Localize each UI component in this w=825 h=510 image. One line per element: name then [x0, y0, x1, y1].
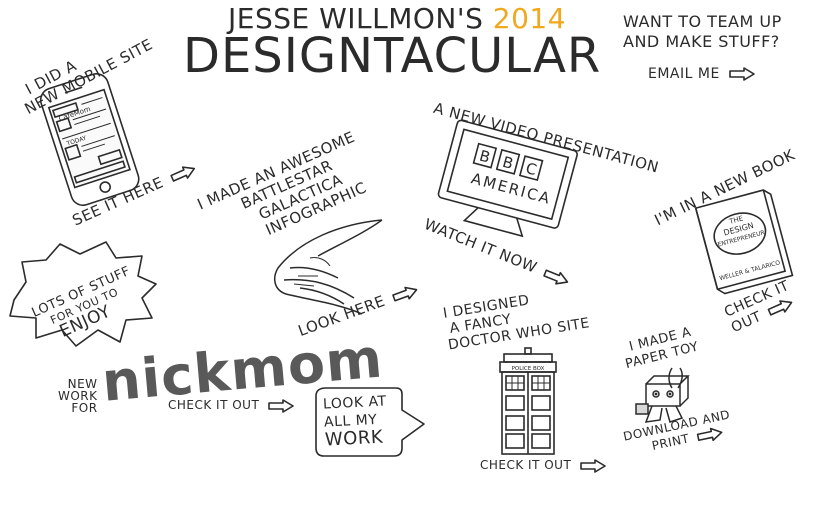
arrow-right-icon [267, 398, 294, 413]
stuff-burst[interactable]: LOTS OF STUFF FOR YOU TO ENJOY [6, 238, 160, 350]
contact-cta: WANT TO TEAM UP AND MAKE STUFF? EMAIL ME [623, 12, 782, 84]
nickmom-check-it-out-label: CHECK IT OUT [168, 398, 260, 412]
police-box-sign: POLICE BOX [512, 366, 545, 372]
work-line1: LOOK AT [322, 393, 387, 413]
doctor-check-it-out-label: CHECK IT OUT [480, 458, 572, 472]
work-line3: WORK [324, 426, 384, 451]
all-my-work-button[interactable]: LOOK AT ALL MY WORK [312, 384, 430, 460]
tardis-illustration[interactable]: POLICE BOX [496, 346, 560, 456]
bbc-america-text: AMERICA [469, 169, 553, 208]
nickmom-check-it-out-link[interactable]: CHECK IT OUT [168, 398, 294, 413]
arrow-right-icon [579, 458, 606, 473]
all-my-work-text: LOOK AT ALL MY WORK [322, 392, 389, 451]
bbc-letter-2: B [501, 153, 516, 173]
arrow-right-icon [696, 425, 724, 444]
bbc-letter-1: B [477, 147, 492, 167]
tv-illustration[interactable]: B B C AMERICA [436, 119, 578, 240]
doctor-headline: I DESIGNED A FANCY DOCTOR WHO SITE [442, 284, 591, 353]
email-me-link[interactable]: EMAIL ME [648, 64, 782, 84]
bbc-letter-3: C [524, 159, 539, 179]
email-me-label: EMAIL ME [648, 66, 720, 82]
nickmom-pre-3: FOR [71, 401, 98, 415]
book-authors: WELLER & TALARICO [719, 259, 782, 282]
arrow-right-icon [728, 67, 755, 81]
site-title-line2: DESIGNTACULAR [183, 28, 602, 84]
phone-illustration[interactable]: CafeMom TODAY [32, 72, 150, 207]
arrow-right-icon [391, 282, 420, 304]
nickmom-pre: NEW WORK FOR [58, 378, 98, 414]
cta-line2: AND MAKE STUFF? [623, 32, 780, 51]
doctor-check-it-out-link[interactable]: CHECK IT OUT [480, 458, 606, 473]
arrow-right-icon [168, 161, 197, 184]
cta-line1: WANT TO TEAM UP [623, 12, 782, 31]
